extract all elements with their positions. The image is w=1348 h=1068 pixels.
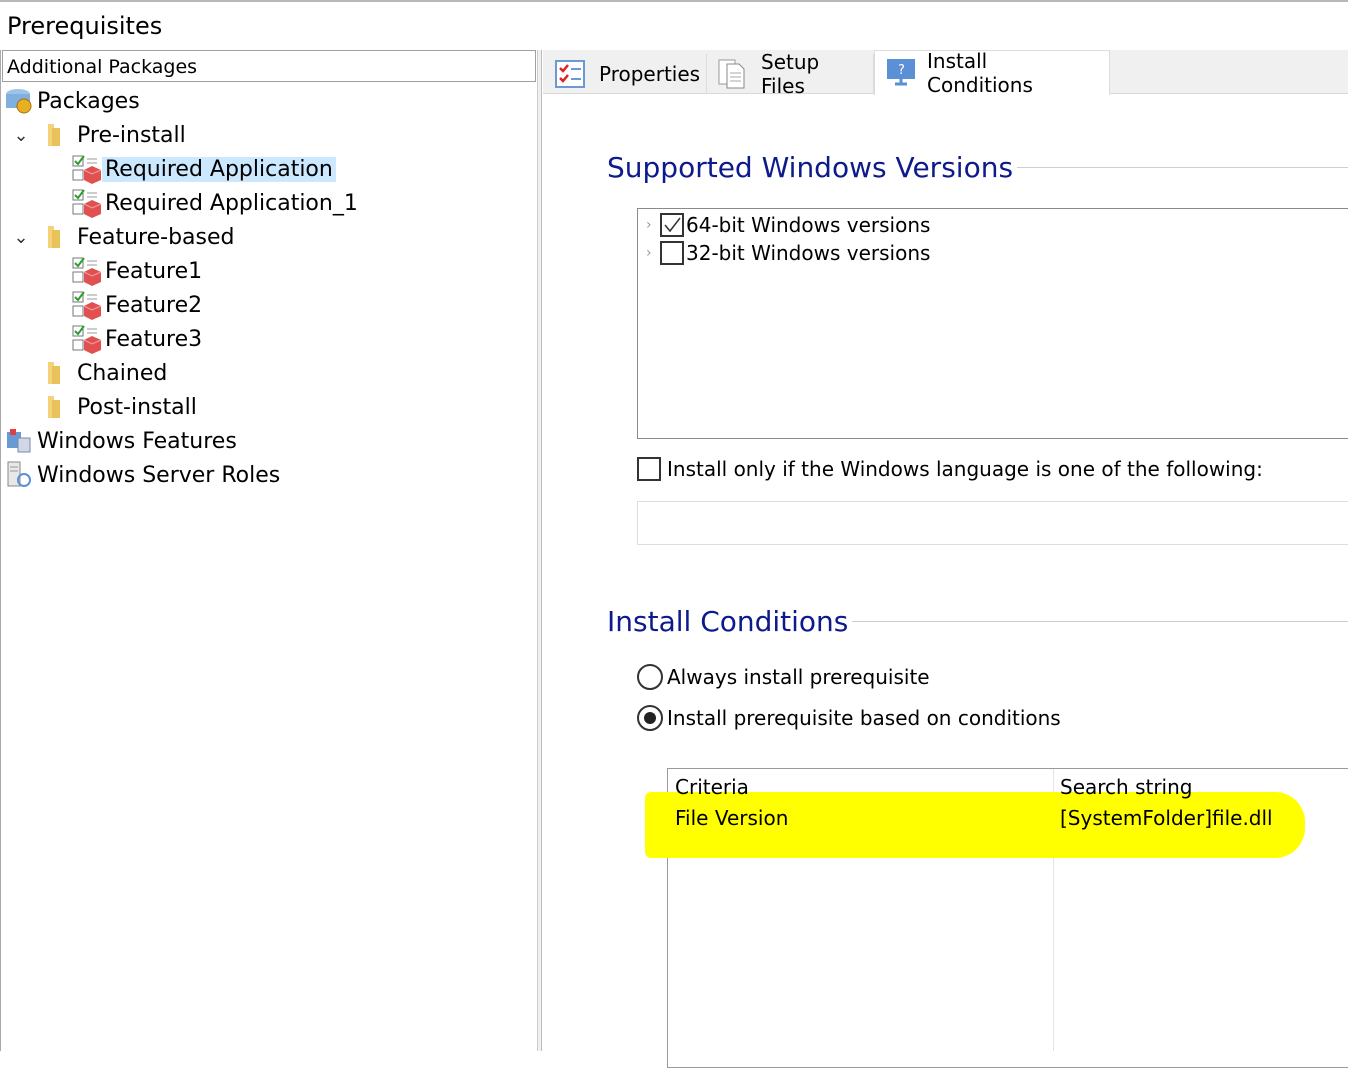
chevron-down-icon[interactable]: ⌄ — [6, 227, 36, 248]
tree-item[interactable]: ⌄ Feature-based — [6, 221, 237, 253]
tree-item[interactable]: Feature1 — [72, 255, 205, 287]
tree-item[interactable]: Windows Features — [4, 425, 240, 457]
tree-item-label: Required Application_1 — [105, 190, 358, 216]
tab-strip: Properties Setup Files ? Install Conditi… — [543, 49, 1348, 98]
tab-label: Setup Files — [761, 50, 820, 98]
supported-versions-heading: Supported Windows Versions — [607, 151, 1018, 184]
radio-label: Install prerequisite based on conditions — [667, 706, 1061, 730]
package-icon — [72, 154, 102, 184]
package-icon — [72, 290, 102, 320]
version-label: 32-bit Windows versions — [686, 241, 931, 265]
expand-icon[interactable]: › — [646, 245, 660, 261]
chevron-down-icon[interactable]: ⌄ — [6, 125, 36, 146]
splitter[interactable] — [537, 50, 542, 1051]
package-icon — [72, 188, 102, 218]
tab-properties[interactable]: Properties — [545, 54, 707, 94]
svg-text:?: ? — [898, 63, 905, 78]
top-border — [0, 0, 1348, 2]
tree-item[interactable]: Required Application — [72, 153, 336, 185]
radio-always-install[interactable]: Always install prerequisite — [637, 664, 930, 690]
expand-icon[interactable]: › — [646, 217, 660, 233]
tree-item-label: Windows Server Roles — [37, 462, 281, 488]
version-label: 64-bit Windows versions — [686, 213, 931, 237]
tree-item[interactable]: Required Application_1 — [72, 187, 361, 219]
tab-label: Install Conditions — [927, 49, 1033, 97]
version-item-64bit[interactable]: › 64-bit Windows versions — [646, 213, 930, 237]
tree-item-label: Feature-based — [77, 224, 235, 250]
tree-item[interactable]: Post-install — [6, 391, 200, 423]
folder-icon — [40, 120, 70, 150]
tree-item-label: Post-install — [77, 394, 197, 420]
language-checkbox-label: Install only if the Windows language is … — [667, 457, 1263, 481]
tab-label: Properties — [599, 62, 701, 86]
checklist-icon — [555, 59, 585, 89]
tab-setup-files[interactable]: Setup Files — [707, 50, 874, 98]
tree-item-label: Feature2 — [105, 292, 203, 318]
column-header-search-string[interactable]: Search string — [1060, 775, 1192, 799]
package-icon — [72, 324, 102, 354]
language-checkbox[interactable] — [637, 457, 661, 481]
tree-item[interactable]: Chained — [6, 357, 170, 389]
tree-item[interactable]: Feature3 — [72, 323, 205, 355]
language-checkbox-row[interactable]: Install only if the Windows language is … — [637, 457, 1263, 481]
radio-conditional-install[interactable]: Install prerequisite based on conditions — [637, 705, 1061, 731]
page-title: Prerequisites — [7, 12, 163, 40]
tree-item-label: Feature3 — [105, 326, 203, 352]
windows-versions-tree: › 64-bit Windows versions › 32-bit Windo… — [637, 208, 1348, 439]
server-roles-icon — [4, 460, 34, 490]
install-conditions-heading: Install Conditions — [607, 605, 853, 638]
package-icon — [72, 256, 102, 286]
windows-features-icon — [4, 426, 34, 456]
tree-item-label: Chained — [77, 360, 168, 386]
tree-item-label: Feature1 — [105, 258, 203, 284]
table-cell-criteria[interactable]: File Version — [675, 806, 788, 830]
packages-icon — [4, 86, 34, 116]
tree-item-label: Packages — [37, 88, 140, 114]
checkbox-32bit[interactable] — [660, 241, 684, 265]
column-header-criteria[interactable]: Criteria — [675, 775, 749, 799]
tree-header: Additional Packages — [2, 50, 536, 82]
radio-button[interactable] — [637, 664, 663, 690]
radio-button[interactable] — [637, 705, 663, 731]
table-cell-search-string[interactable]: [SystemFolder]file.dll — [1060, 806, 1273, 830]
tree-item[interactable]: ⌄ Pre-install — [6, 119, 189, 151]
tree-item[interactable]: Packages — [4, 85, 143, 117]
language-list-field[interactable] — [637, 501, 1348, 545]
radio-label: Always install prerequisite — [667, 665, 930, 689]
folder-icon — [40, 358, 70, 388]
tree-item[interactable]: Windows Server Roles — [4, 459, 283, 491]
tree-item-label: Pre-install — [77, 122, 186, 148]
version-item-32bit[interactable]: › 32-bit Windows versions — [646, 241, 930, 265]
tree-item-label: Windows Features — [37, 428, 237, 454]
tree-item-label: Required Application — [102, 156, 336, 182]
tab-install-conditions[interactable]: ? Install Conditions — [874, 49, 1110, 97]
document-icon — [717, 59, 747, 89]
tree-item[interactable]: Feature2 — [72, 289, 205, 321]
folder-icon — [40, 392, 70, 422]
folder-icon — [40, 222, 70, 252]
checkbox-64bit[interactable] — [660, 213, 684, 237]
monitor-question-icon: ? — [885, 58, 915, 88]
